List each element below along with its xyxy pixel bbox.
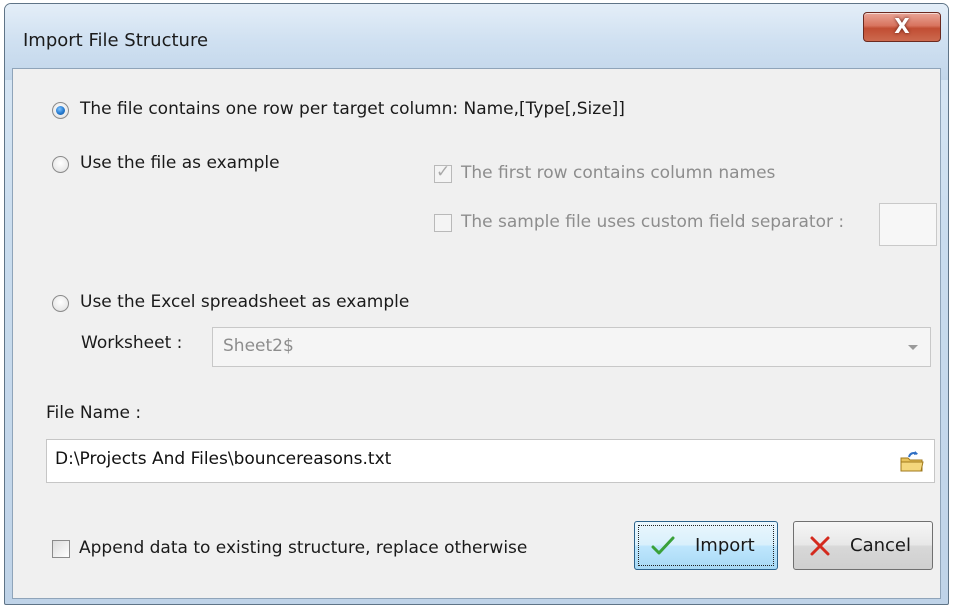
- checkmark-icon: [651, 536, 675, 555]
- radio-excel-example-label[interactable]: Use the Excel spreadsheet as example: [80, 292, 409, 312]
- separator-input[interactable]: [879, 203, 937, 246]
- radio-excel-example[interactable]: [52, 295, 69, 312]
- worksheet-label: Worksheet :: [81, 333, 183, 353]
- import-button[interactable]: Import: [634, 521, 778, 570]
- close-icon: X: [894, 14, 910, 38]
- first-row-names-label: The first row contains column names: [461, 163, 776, 183]
- open-folder-icon[interactable]: [900, 450, 924, 472]
- file-name-input[interactable]: D:\Projects And Files\bouncereasons.txt: [46, 439, 935, 483]
- custom-separator-label: The sample file uses custom field separa…: [461, 212, 845, 232]
- radio-file-example[interactable]: [52, 156, 69, 173]
- append-label[interactable]: Append data to existing structure, repla…: [79, 538, 527, 558]
- close-button[interactable]: X: [863, 12, 941, 42]
- chevron-down-icon[interactable]: [908, 345, 918, 350]
- worksheet-value: Sheet2$: [223, 336, 294, 356]
- file-name-label: File Name :: [46, 403, 142, 423]
- worksheet-select[interactable]: Sheet2$: [212, 327, 931, 367]
- radio-row-per-column[interactable]: [52, 102, 69, 119]
- checkmark-icon: ✓: [436, 162, 451, 182]
- radio-row-per-column-label[interactable]: The file contains one row per target col…: [80, 99, 625, 119]
- import-button-label: Import: [695, 535, 755, 556]
- close-x-icon: [810, 536, 830, 556]
- file-name-value: D:\Projects And Files\bouncereasons.txt: [55, 449, 392, 469]
- cancel-button-label: Cancel: [850, 535, 911, 556]
- first-row-names-checkbox[interactable]: ✓: [434, 162, 452, 183]
- radio-file-example-label[interactable]: Use the file as example: [80, 153, 280, 173]
- dialog-body: The file contains one row per target col…: [12, 68, 941, 599]
- dialog-title: Import File Structure: [23, 30, 209, 51]
- import-file-structure-dialog: Import File Structure X The file contain…: [4, 3, 949, 605]
- cancel-button[interactable]: Cancel: [793, 521, 933, 570]
- append-checkbox[interactable]: [52, 540, 70, 558]
- custom-separator-checkbox[interactable]: [434, 214, 452, 232]
